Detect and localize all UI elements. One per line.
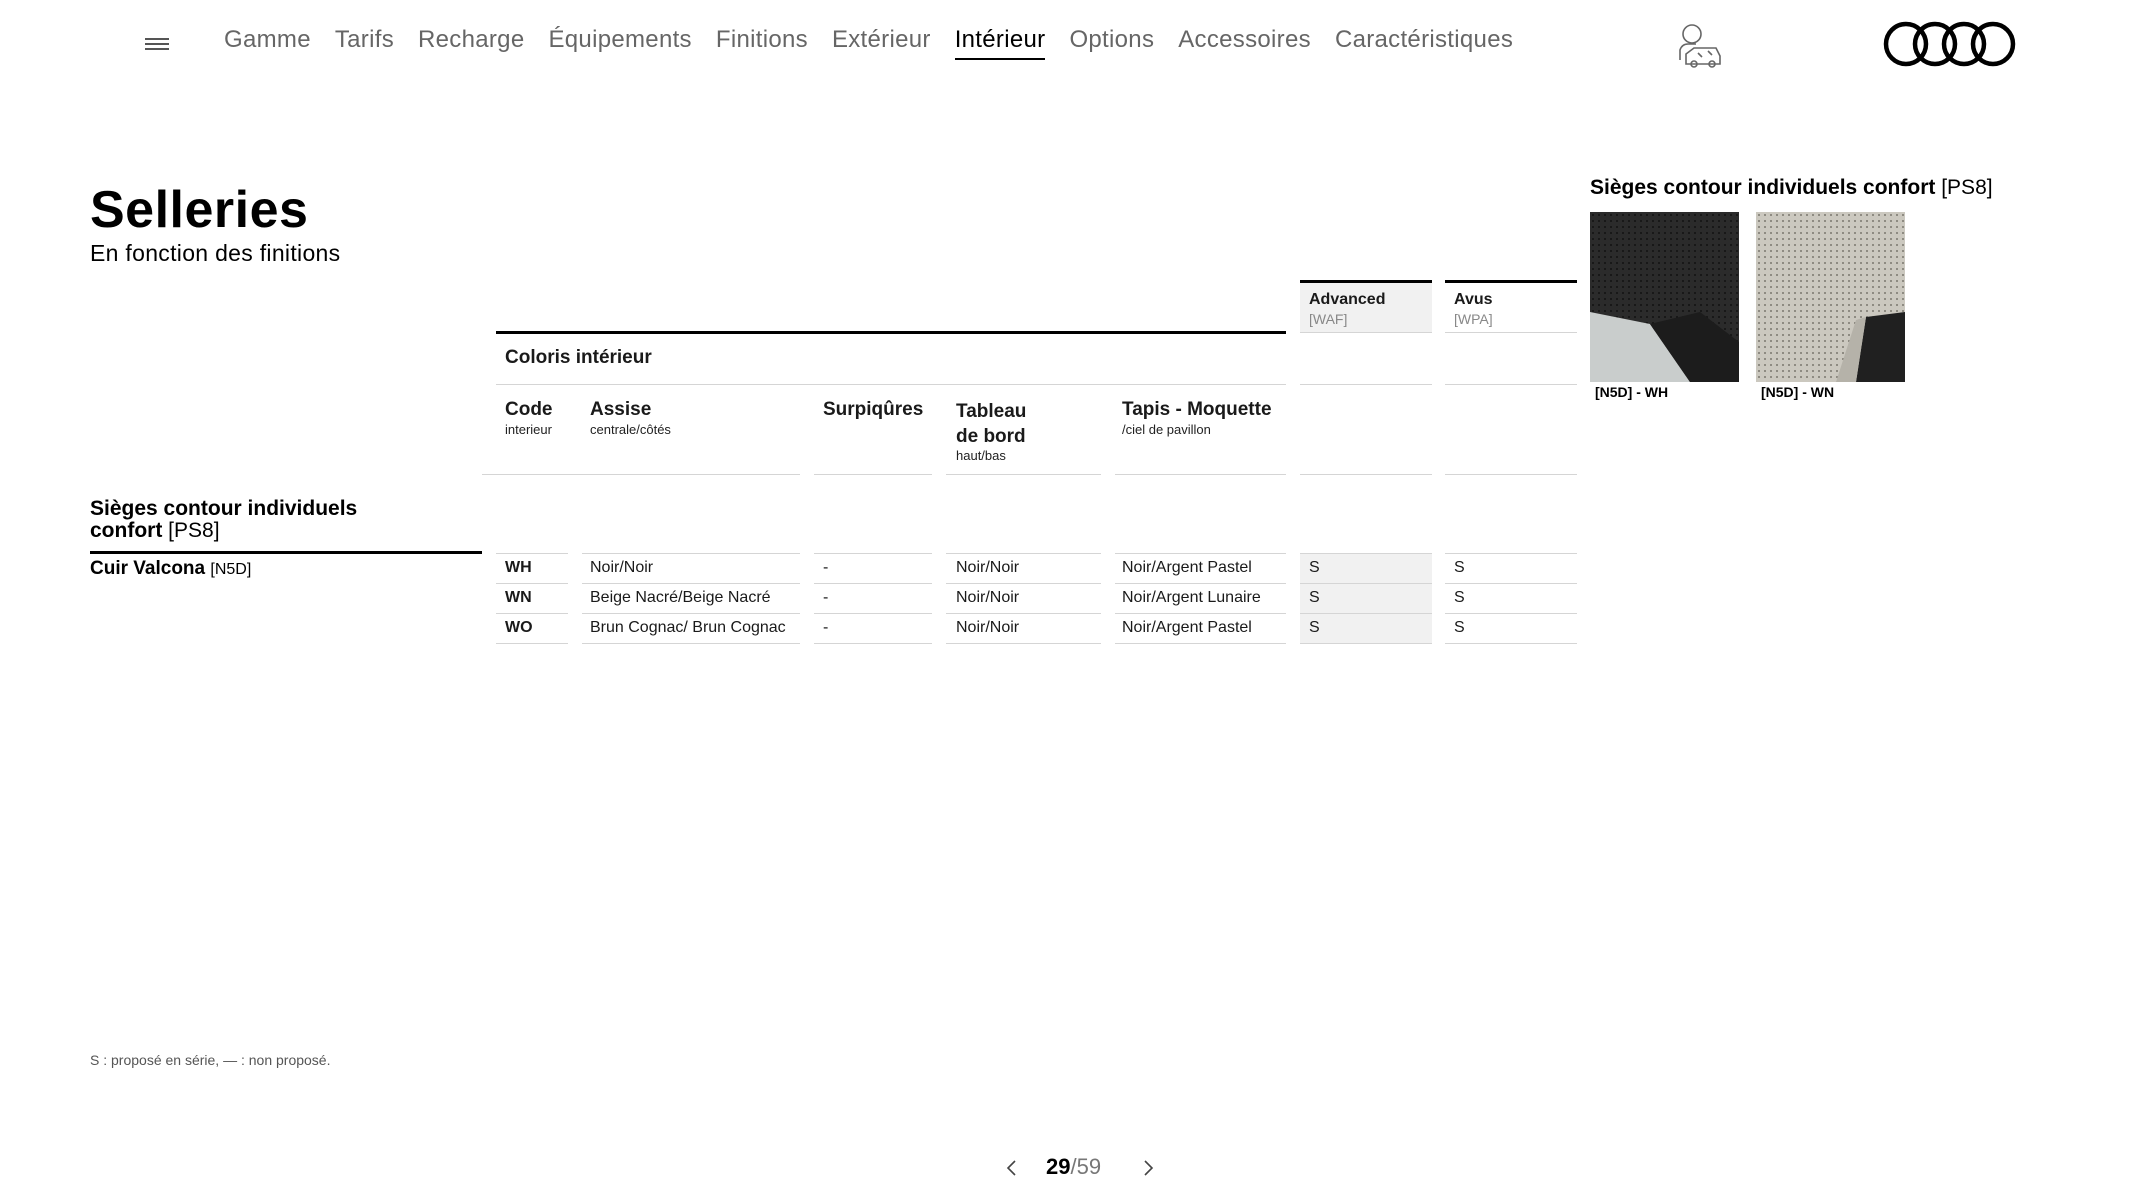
audi-logo[interactable]: [1882, 20, 2018, 68]
cell-surpiqures: -: [823, 559, 829, 576]
trim-topline: [1300, 280, 1432, 283]
col-header-code-sub: interieur: [505, 422, 552, 437]
col-header-assise: Assise centrale/côtés: [590, 399, 671, 437]
divider: [496, 384, 1286, 385]
cell-assise: Noir/Noir: [590, 559, 654, 576]
nav-menu: Gamme Tarifs Recharge Équipements Finiti…: [224, 26, 1537, 60]
divider: [1115, 474, 1286, 475]
col-header-assise-sub: centrale/côtés: [590, 422, 671, 437]
cell-tableau: Noir/Noir: [956, 559, 1020, 576]
nav-item-interieur[interactable]: Intérieur: [954, 26, 1046, 60]
nav-item-equipements[interactable]: Équipements: [548, 26, 691, 60]
trim-avus: Avus [WPA]: [1454, 291, 1493, 327]
page-current: 29: [1046, 1154, 1071, 1179]
page-subtitle: En fonction des finitions: [90, 240, 341, 266]
cell-tapis: Noir/Argent Pastel: [1122, 559, 1252, 576]
menu-icon[interactable]: [145, 38, 169, 52]
divider: [946, 474, 1101, 475]
page-title: Selleries: [90, 181, 309, 239]
swatch-image-wn: [1756, 212, 1905, 382]
trim-avus-code: [WPA]: [1454, 311, 1493, 327]
nav-item-accessoires[interactable]: Accessoires: [1178, 26, 1311, 60]
cell-advanced: S: [1309, 619, 1320, 636]
cell-code: WH: [505, 559, 532, 576]
cell-avus: S: [1454, 589, 1465, 606]
swatches-title: Sièges contour individuels confort [PS8]: [1590, 176, 1993, 200]
cell-tapis: Noir/Argent Lunaire: [1122, 589, 1261, 606]
trim-avus-name: Avus: [1454, 291, 1493, 308]
group-title: Sièges contour individuels confort [PS8]: [90, 498, 450, 542]
cell-avus: S: [1454, 619, 1465, 636]
trim-advanced-code: [WAF]: [1309, 311, 1348, 327]
cell-advanced: S: [1309, 559, 1320, 576]
divider: [1445, 332, 1577, 333]
nav-item-tarifs[interactable]: Tarifs: [335, 26, 394, 60]
cell-tapis: Noir/Argent Pastel: [1122, 619, 1252, 636]
swatches-title-code: [PS8]: [1941, 176, 1993, 199]
nav-item-caracteristiques[interactable]: Caractéristiques: [1335, 26, 1513, 60]
divider: [1300, 474, 1432, 475]
swatch-caption-wn: [N5D] - WN: [1761, 384, 1835, 400]
configurator-icon[interactable]: [1672, 20, 1724, 68]
col-header-tapis-sub: /ciel de pavillon: [1122, 422, 1211, 437]
divider: [1300, 332, 1432, 333]
page-indicator: 29/59: [1046, 1154, 1101, 1180]
group-underline: [90, 551, 482, 554]
cell-surpiqures: -: [823, 619, 829, 636]
col-header-assise-label: Assise: [590, 399, 652, 420]
swatch-image-wh: [1590, 212, 1739, 382]
advanced-column-shade: [1300, 554, 1432, 644]
trim-advanced-name: Advanced: [1309, 291, 1386, 308]
divider: [1300, 384, 1432, 385]
divider: [1445, 384, 1577, 385]
divider: [814, 474, 932, 475]
col-header-code-label: Code: [505, 399, 553, 420]
material-label: Cuir Valcona [N5D]: [90, 558, 251, 580]
divider: [482, 474, 800, 475]
col-header-surpiqures-label: Surpiqûres: [823, 399, 924, 420]
cell-code: WN: [505, 589, 532, 606]
col-header-surpiqures: Surpiqûres: [823, 399, 923, 421]
pager: 29/59: [0, 1154, 2133, 1184]
col-header-code: Code interieur: [505, 399, 553, 437]
nav-item-exterieur[interactable]: Extérieur: [832, 26, 931, 60]
nav-item-finitions[interactable]: Finitions: [716, 26, 808, 60]
cell-advanced: S: [1309, 589, 1320, 606]
cell-tableau: Noir/Noir: [956, 619, 1020, 636]
material-name: Cuir Valcona: [90, 558, 206, 579]
section-topline: [496, 331, 1286, 334]
cell-surpiqures: -: [823, 589, 829, 606]
nav-item-gamme[interactable]: Gamme: [224, 26, 311, 60]
group-title-line1: Sièges contour individuels: [90, 497, 358, 520]
nav-item-options[interactable]: Options: [1069, 26, 1154, 60]
group-code: [PS8]: [168, 519, 220, 542]
divider: [1445, 474, 1577, 475]
page-total: 59: [1076, 1154, 1102, 1179]
col-header-tapis: Tapis - Moquette /ciel de pavillon: [1122, 399, 1272, 437]
chevron-right-icon[interactable]: [1140, 1156, 1156, 1185]
cell-tableau: Noir/Noir: [956, 589, 1020, 606]
section-header: Coloris intérieur: [505, 347, 652, 368]
col-header-tableau: Tableau de bord haut/bas: [956, 399, 1026, 468]
material-code: [N5D]: [210, 561, 252, 578]
top-navigation: Gamme Tarifs Recharge Équipements Finiti…: [0, 0, 2133, 88]
swatches-title-text: Sièges contour individuels confort: [1590, 176, 1936, 199]
trim-advanced: Advanced [WAF]: [1309, 291, 1385, 327]
trim-topline: [1445, 280, 1577, 283]
cell-code: WO: [505, 619, 533, 636]
cell-assise: Beige Nacré/Beige Nacré: [590, 589, 771, 606]
chevron-left-icon[interactable]: [1004, 1156, 1020, 1185]
swatch-caption-wh: [N5D] - WH: [1595, 384, 1669, 400]
cell-avus: S: [1454, 559, 1465, 576]
nav-item-recharge[interactable]: Recharge: [418, 26, 524, 60]
footnote: S : proposé en série, — : non proposé.: [90, 1052, 331, 1068]
group-title-line2: confort: [90, 519, 163, 542]
col-header-tableau-label1: Tableau: [956, 401, 1027, 422]
cell-assise: Brun Cognac/ Brun Cognac: [590, 619, 786, 636]
col-header-tapis-label: Tapis - Moquette: [1122, 399, 1272, 420]
